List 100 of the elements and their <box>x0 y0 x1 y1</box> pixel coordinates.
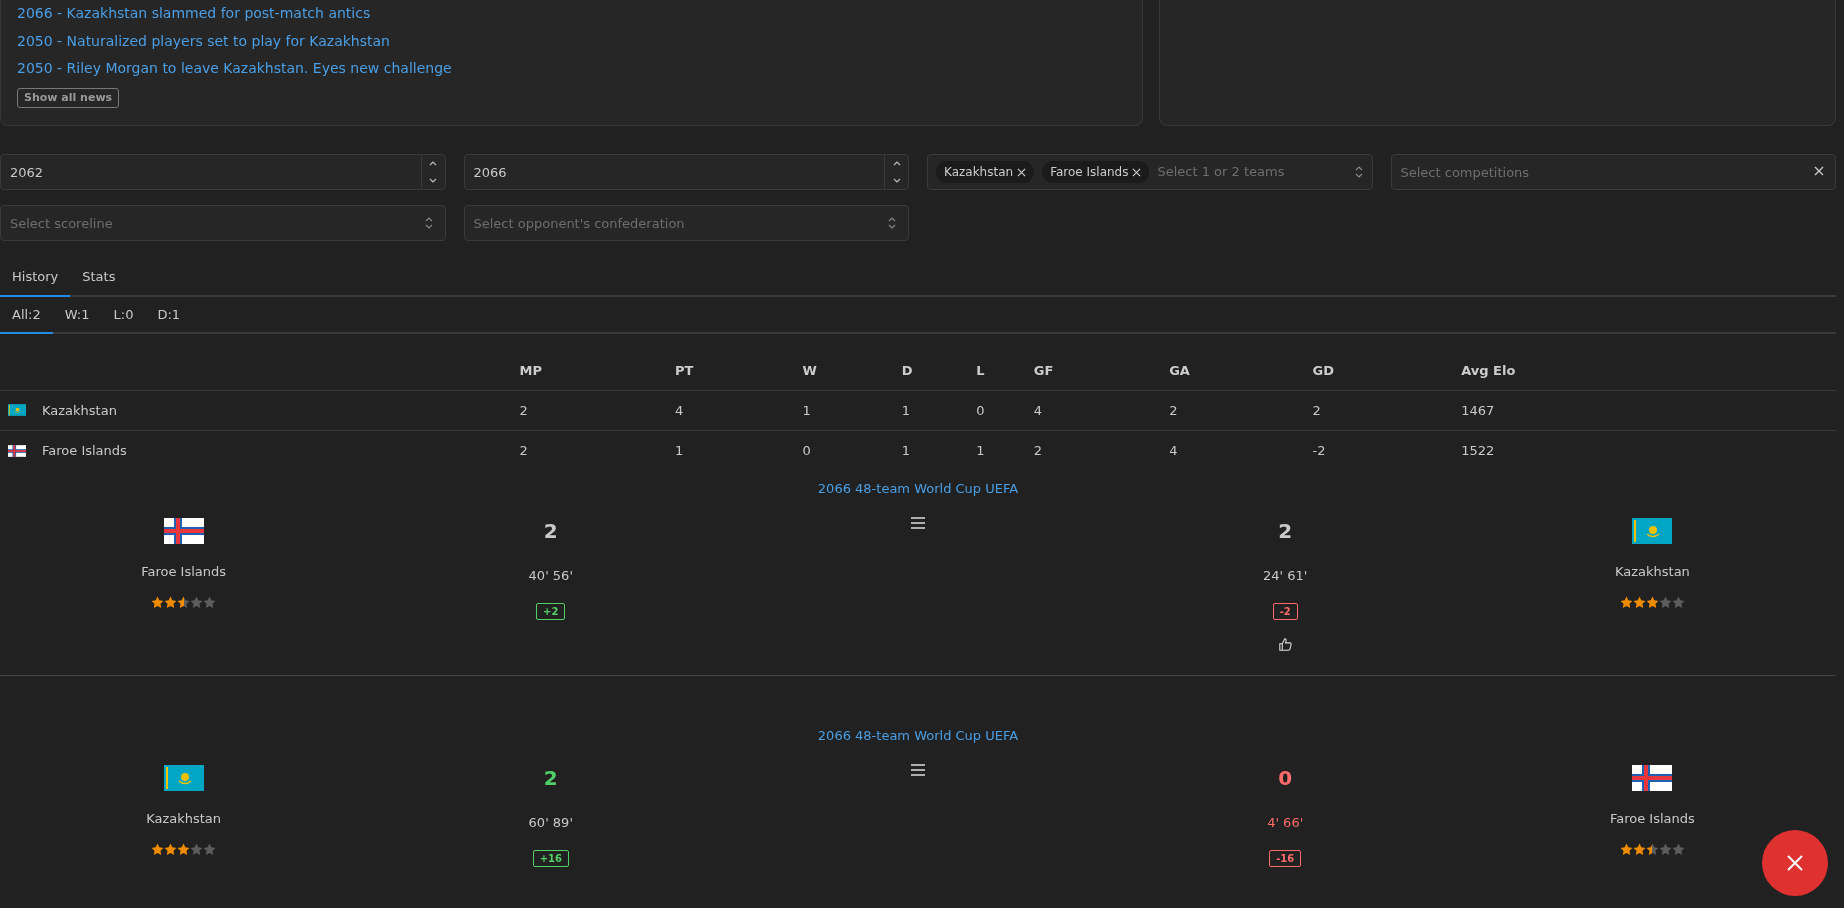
table-cell: 1 <box>675 430 803 471</box>
star-icon <box>1619 595 1633 609</box>
star-icon <box>177 842 191 856</box>
show-all-news-button[interactable]: Show all news <box>17 87 120 108</box>
score: 0 <box>1278 765 1293 792</box>
decrement-icon[interactable] <box>428 177 438 184</box>
chevron-icon <box>1353 166 1364 178</box>
close-icon <box>1786 854 1804 872</box>
team-name: Kazakhstan <box>1614 563 1690 581</box>
team-name: Faroe Islands <box>1609 810 1695 828</box>
menu-icon[interactable] <box>910 763 926 777</box>
star-icon <box>1619 842 1633 856</box>
column-header: GA <box>1169 350 1313 390</box>
table-cell: 0 <box>802 430 902 471</box>
score: 2 <box>1278 518 1293 545</box>
table-cell: 4 <box>1033 390 1170 431</box>
table-cell: 1 <box>976 430 1034 471</box>
tab[interactable]: All:2 <box>0 296 53 334</box>
remove-icon[interactable] <box>1132 167 1142 177</box>
star-icon <box>1632 842 1646 856</box>
table-cell: 4 <box>1169 430 1313 471</box>
tab[interactable]: Stats <box>70 259 128 297</box>
elo-change: -16 <box>1269 849 1302 867</box>
team-name: Kazakhstan <box>42 401 117 420</box>
tab[interactable]: W:1 <box>52 296 102 334</box>
thumbs-up-icon[interactable] <box>1278 637 1292 651</box>
star-icon <box>1632 595 1646 609</box>
chevron-icon <box>887 217 897 229</box>
star-icon <box>151 842 165 856</box>
table-cell: 1 <box>802 390 902 431</box>
column-header: GF <box>1033 350 1170 390</box>
tab[interactable]: D:1 <box>145 296 193 334</box>
star-icon <box>1671 595 1685 609</box>
table-cell: 2 <box>519 390 676 431</box>
remove-icon[interactable] <box>1017 167 1027 177</box>
star-icon <box>1658 842 1672 856</box>
goal-minutes: 40' 56' <box>528 567 573 585</box>
star-icon <box>164 595 178 609</box>
competition-select[interactable]: Select competitions <box>1390 154 1836 190</box>
elo-change: -2 <box>1272 602 1298 620</box>
goal-minutes: 60' 89' <box>528 814 573 832</box>
score: 2 <box>543 518 558 545</box>
star-icon <box>1645 842 1659 856</box>
table-cell: 2 <box>1033 430 1170 471</box>
increment-icon[interactable] <box>428 160 438 167</box>
table-cell: 2 <box>1169 390 1313 431</box>
column-header: MP <box>519 350 676 390</box>
star-icon <box>1671 842 1685 856</box>
table-cell: 2 <box>519 430 676 471</box>
confederation-select[interactable]: Select opponent's confederation <box>463 205 909 241</box>
column-header: PT <box>675 350 803 390</box>
team-name: Faroe Islands <box>42 442 127 460</box>
remove-icon[interactable] <box>1814 166 1824 176</box>
scoreline-select[interactable]: Select scoreline <box>0 205 446 241</box>
column-header: L <box>976 350 1034 390</box>
star-icon <box>1645 595 1659 609</box>
team-name: Kazakhstan <box>146 810 222 828</box>
elo-change: +16 <box>532 849 569 867</box>
chevron-icon <box>423 217 434 229</box>
star-icon <box>190 842 204 856</box>
menu-icon[interactable] <box>910 516 926 530</box>
chip-label: Kazakhstan <box>944 164 1014 181</box>
table-cell: 1467 <box>1461 390 1836 431</box>
star-icon <box>203 842 217 856</box>
table-cell: 0 <box>976 390 1034 431</box>
star-icon <box>1658 595 1672 609</box>
star-icon <box>164 842 178 856</box>
team-name: Faroe Islands <box>141 563 226 581</box>
team-select[interactable]: Kazakhstan Faroe Islands Select 1 or 2 teams <box>927 154 1373 190</box>
column-header: D <box>901 350 977 390</box>
table-cell: 1 <box>901 430 977 471</box>
star-icon <box>190 595 204 609</box>
tab[interactable]: History <box>0 259 71 297</box>
competition-link[interactable]: 2066 48-team World Cup UEFA <box>817 480 1019 496</box>
star-icon <box>177 595 191 609</box>
team-search-input[interactable]: Select 1 or 2 teams <box>1157 162 1346 182</box>
elo-change: +2 <box>536 602 566 620</box>
table-cell: 2 <box>1312 390 1462 431</box>
number-field[interactable]: 2062 <box>0 154 446 190</box>
column-header: W <box>802 350 902 390</box>
table-cell: -2 <box>1312 430 1462 471</box>
tab[interactable]: L:0 <box>101 296 146 334</box>
star-icon <box>203 595 217 609</box>
chip-label: Faroe Islands <box>1050 164 1129 181</box>
news-link[interactable]: 2066 - Kazakhstan slammed for post-match antics <box>17 4 371 22</box>
table-cell: 4 <box>675 390 803 431</box>
news-link[interactable]: 2050 - Naturalized players set to play for Kazakhstan <box>17 31 390 50</box>
goal-minutes: 4' 66' <box>1267 814 1304 832</box>
number-field[interactable]: 2066 <box>463 154 909 190</box>
increment-icon[interactable] <box>891 160 902 167</box>
table-cell: 1522 <box>1461 430 1836 471</box>
goal-minutes: 24' 61' <box>1263 567 1308 585</box>
competition-link[interactable]: 2066 48-team World Cup UEFA <box>817 727 1019 743</box>
news-link[interactable]: 2050 - Riley Morgan to leave Kazakhstan. Eyes new challenge <box>17 59 452 77</box>
column-header: Avg Elo <box>1461 350 1836 390</box>
table-cell: 1 <box>901 390 977 431</box>
score: 2 <box>543 765 558 792</box>
star-icon <box>151 595 165 609</box>
decrement-icon[interactable] <box>891 177 902 184</box>
column-header: GD <box>1312 350 1462 390</box>
